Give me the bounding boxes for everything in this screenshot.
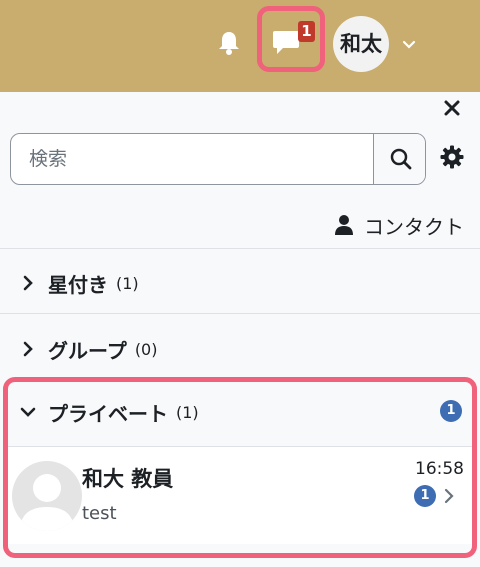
chevron-down-icon[interactable] [401,36,417,49]
highlight-outline [3,377,477,558]
user-icon [335,215,353,235]
divider [0,248,480,249]
gear-icon[interactable] [440,145,464,169]
close-icon[interactable] [442,98,462,118]
search-group [10,133,426,185]
contacts-link[interactable]: コンタクト [334,210,464,240]
section-count: (1) [116,273,139,293]
section-group-toggle[interactable]: グループ (0) [20,334,157,364]
search-input[interactable] [11,134,373,184]
user-avatar[interactable]: 和太 [333,16,389,72]
section-title: グループ [48,338,127,363]
top-navbar: 1 和太 [0,0,480,92]
section-starred-toggle[interactable]: 星付き (1) [20,268,139,298]
section-title: 星付き [48,272,108,297]
message-bubble-icon [272,29,300,55]
search-button[interactable] [373,134,425,184]
chevron-right-icon [23,341,33,357]
search-icon [390,148,412,170]
messages-toggle-button[interactable]: 1 [257,6,325,72]
divider [0,313,480,314]
chevron-right-icon [23,275,33,291]
contacts-label: コンタクト [364,214,464,239]
notifications-bell-icon[interactable] [217,30,241,56]
message-count-badge: 1 [298,21,315,42]
section-count: (0) [134,339,158,359]
